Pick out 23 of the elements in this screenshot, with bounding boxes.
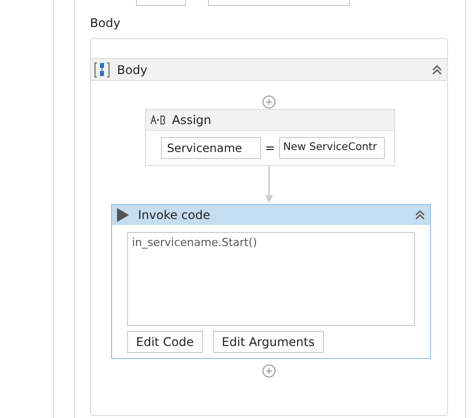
sequence-title: Body [117, 62, 148, 76]
play-icon [116, 207, 130, 223]
input-field[interactable]: New ServiceContr [279, 137, 386, 159]
assign-activity[interactable]: Assign Servicename = New ServiceContr [145, 109, 395, 166]
connector-arrow [264, 166, 274, 204]
sequence-icon [93, 62, 111, 78]
add-activity-icon[interactable] [262, 364, 276, 378]
input-field[interactable]: Servicename [161, 137, 261, 159]
assign-icon [150, 115, 166, 125]
collapse-icon[interactable] [431, 64, 443, 76]
add-activity-icon[interactable] [262, 95, 276, 109]
edit-button[interactable]: Edit Arguments [212, 331, 324, 353]
input-field[interactable] [136, 0, 186, 6]
input-field[interactable] [208, 0, 350, 6]
equals-sign: = [265, 141, 276, 155]
section-label: Body [90, 15, 122, 31]
sequence-header[interactable]: Body [91, 58, 447, 81]
activity-title: Invoke code [138, 208, 210, 222]
invoke-code-activity[interactable]: Invoke code in_servicename.Start() Edit Code Edit Arguments [111, 204, 431, 359]
code-editor[interactable]: in_servicename.Start() [127, 232, 415, 326]
edit-button[interactable]: Edit Code [127, 331, 203, 353]
activity-title: Assign [172, 113, 212, 127]
collapse-icon[interactable] [414, 209, 426, 221]
